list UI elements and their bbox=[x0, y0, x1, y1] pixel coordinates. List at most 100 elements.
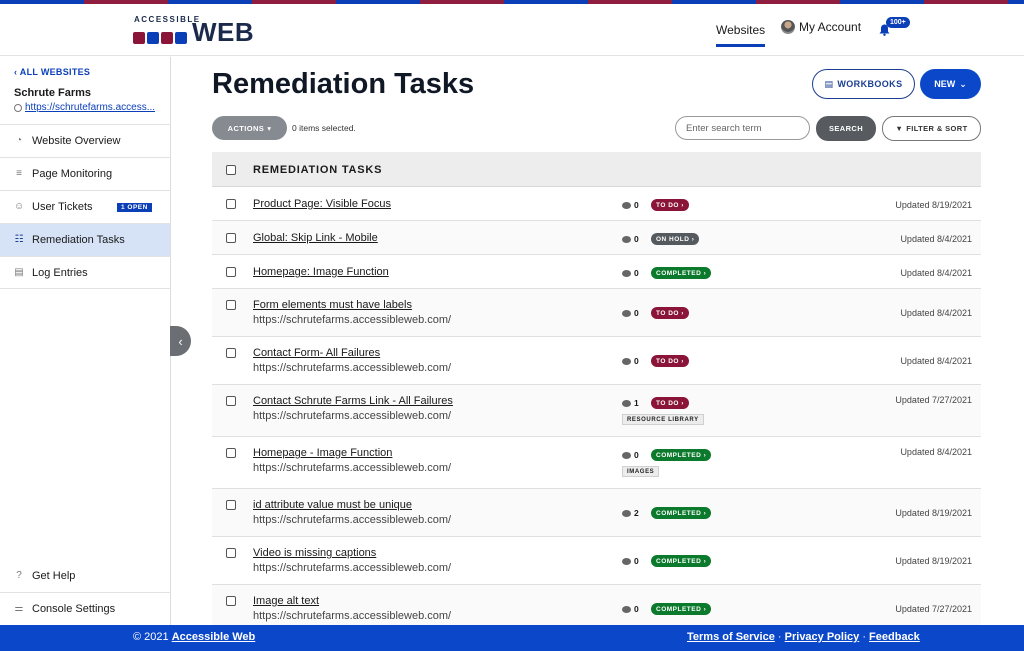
row-checkbox[interactable] bbox=[226, 267, 236, 277]
company-link[interactable]: Accessible Web bbox=[172, 631, 256, 643]
new-button[interactable]: NEW ⌄ bbox=[920, 69, 981, 99]
table-row[interactable]: Image alt text https://schrutefarms.acces… bbox=[212, 585, 981, 625]
status-badge[interactable]: COMPLETED › bbox=[651, 507, 712, 519]
comment-count: 0 bbox=[622, 356, 639, 366]
task-title-link[interactable]: Homepage: Image Function bbox=[253, 266, 389, 278]
accessible-web-logo[interactable]: ACCESSIBLE WEB bbox=[133, 15, 255, 47]
row-checkbox[interactable] bbox=[226, 233, 236, 243]
status-label: ON HOLD bbox=[656, 235, 690, 243]
chevron-right-icon: › bbox=[701, 269, 707, 277]
table-row[interactable]: Homepage: Image Function 0 COMPLETED › Upda… bbox=[212, 255, 981, 289]
task-url: https://schrutefarms.accessibleweb.com/ bbox=[253, 514, 452, 526]
status-label: TO DO bbox=[656, 309, 679, 317]
task-url: https://schrutefarms.accessibleweb.com/ bbox=[253, 410, 452, 422]
sidebar-item-user-tickets[interactable]: ☺ User Tickets 1 OPEN bbox=[0, 190, 170, 223]
comment-icon bbox=[622, 309, 631, 317]
workbook-icon: ▤ bbox=[824, 78, 834, 89]
chevron-right-icon: › bbox=[701, 605, 707, 613]
sidebar-item-page-monitoring[interactable]: ≡ Page Monitoring bbox=[0, 157, 170, 190]
task-title-link[interactable]: Contact Form- All Failures bbox=[253, 347, 380, 359]
task-title-link[interactable]: id attribute value must be unique bbox=[253, 499, 412, 511]
sidebar-item-remediation-tasks[interactable]: ☷ Remediation Tasks bbox=[0, 223, 170, 256]
row-checkbox[interactable] bbox=[226, 348, 236, 358]
row-checkbox[interactable] bbox=[226, 548, 236, 558]
table-row[interactable]: id attribute value must be unique https:/… bbox=[212, 489, 981, 537]
feedback-link[interactable]: Feedback bbox=[869, 631, 920, 643]
row-checkbox[interactable] bbox=[226, 448, 236, 458]
row-checkbox[interactable] bbox=[226, 500, 236, 510]
sidebar-item-get-help[interactable]: ? Get Help bbox=[0, 559, 170, 592]
row-checkbox[interactable] bbox=[226, 300, 236, 310]
task-title-link[interactable]: Global: Skip Link - Mobile bbox=[253, 232, 378, 244]
status-badge[interactable]: TO DO › bbox=[651, 397, 689, 409]
status-badge[interactable]: COMPLETED › bbox=[651, 267, 712, 279]
remediation-tasks-table: REMEDIATION TASKS Product Page: Visible … bbox=[212, 152, 981, 625]
task-title-link[interactable]: Image alt text bbox=[253, 595, 319, 607]
all-websites-back-link[interactable]: ‹ ALL WEBSITES bbox=[14, 67, 90, 77]
comment-icon bbox=[622, 399, 631, 407]
table-row[interactable]: Global: Skip Link - Mobile 0 ON HOLD › Upda… bbox=[212, 221, 981, 255]
status-label: TO DO bbox=[656, 399, 679, 407]
status-badge[interactable]: COMPLETED › bbox=[651, 555, 712, 567]
footer-separator: · bbox=[777, 631, 782, 643]
status-badge[interactable]: TO DO › bbox=[651, 307, 689, 319]
comment-count: 0 bbox=[622, 450, 639, 460]
footer: © 2021 Accessible Web Terms of Service ·… bbox=[0, 625, 1024, 651]
task-title-link[interactable]: Form elements must have labels bbox=[253, 299, 412, 311]
sidebar-item-log-entries[interactable]: ▤ Log Entries bbox=[0, 256, 170, 289]
terms-of-service-link[interactable]: Terms of Service bbox=[687, 631, 775, 643]
status-badge[interactable]: ON HOLD › bbox=[651, 233, 700, 245]
table-row[interactable]: Form elements must have labels https://sc… bbox=[212, 289, 981, 337]
task-title-link[interactable]: Product Page: Visible Focus bbox=[253, 198, 391, 210]
sidebar-collapse-toggle[interactable]: ‹ bbox=[170, 326, 191, 356]
site-url-link[interactable]: https://schrutefarms.access... bbox=[14, 102, 155, 113]
nav-my-account-link[interactable]: My Account bbox=[781, 20, 861, 34]
table-row[interactable]: Product Page: Visible Focus 0 TO DO › Updat… bbox=[212, 187, 981, 221]
search-button[interactable]: SEARCH bbox=[816, 116, 876, 141]
status-badge[interactable]: COMPLETED › bbox=[651, 449, 712, 461]
comment-count: 0 bbox=[622, 604, 639, 614]
notifications-count-badge: 100+ bbox=[886, 17, 910, 28]
task-url: https://schrutefarms.accessibleweb.com/ bbox=[253, 362, 452, 374]
comment-count: 2 bbox=[622, 508, 639, 518]
workbooks-button[interactable]: ▤ WORKBOOKS bbox=[812, 69, 915, 99]
sidebar-item-website-overview[interactable]: ◔ Website Overview bbox=[0, 124, 170, 157]
comment-count: 0 bbox=[622, 234, 639, 244]
sidebar-item-console-settings[interactable]: ⚌ Console Settings bbox=[0, 592, 170, 625]
privacy-policy-link[interactable]: Privacy Policy bbox=[785, 631, 860, 643]
row-checkbox[interactable] bbox=[226, 396, 236, 406]
updated-date: Updated 8/19/2021 bbox=[895, 200, 972, 210]
speedometer-icon: ◔ bbox=[15, 135, 23, 146]
table-row[interactable]: Contact Schrute Farms Link - All Failure… bbox=[212, 385, 981, 437]
task-title-link[interactable]: Homepage - Image Function bbox=[253, 447, 392, 459]
search-input[interactable] bbox=[675, 116, 810, 140]
comment-count-value: 0 bbox=[634, 234, 639, 244]
chevron-right-icon: › bbox=[678, 309, 684, 317]
sliders-icon: ⚌ bbox=[14, 603, 24, 614]
nav-websites-link[interactable]: Websites bbox=[716, 23, 766, 47]
row-checkbox[interactable] bbox=[226, 596, 236, 606]
actions-dropdown-button[interactable]: ACTIONS ▾ bbox=[212, 116, 287, 140]
filter-sort-button[interactable]: ▼ FILTER & SORT bbox=[882, 116, 981, 141]
task-url: https://schrutefarms.accessibleweb.com/ bbox=[253, 462, 452, 474]
table-row[interactable]: Video is missing captions https://schrute… bbox=[212, 537, 981, 585]
status-badge[interactable]: TO DO › bbox=[651, 199, 689, 211]
select-all-checkbox[interactable] bbox=[226, 165, 236, 175]
updated-date: Updated 8/4/2021 bbox=[900, 308, 972, 318]
row-checkbox[interactable] bbox=[226, 199, 236, 209]
table-row[interactable]: Contact Form- All Failures https://schrut… bbox=[212, 337, 981, 385]
status-badge[interactable]: TO DO › bbox=[651, 355, 689, 367]
status-label: TO DO bbox=[656, 357, 679, 365]
status-badge[interactable]: COMPLETED › bbox=[651, 603, 712, 615]
task-title-link[interactable]: Contact Schrute Farms Link - All Failure… bbox=[253, 395, 453, 407]
sidebar-item-label: User Tickets bbox=[32, 201, 93, 213]
table-row[interactable]: Homepage - Image Function https://schrute… bbox=[212, 437, 981, 489]
status-label: COMPLETED bbox=[656, 269, 702, 277]
comment-icon bbox=[622, 357, 631, 365]
updated-date: Updated 7/27/2021 bbox=[895, 604, 972, 614]
list-tree-icon: ≡ bbox=[16, 168, 22, 179]
task-title-link[interactable]: Video is missing captions bbox=[253, 547, 376, 559]
chevron-right-icon: › bbox=[701, 557, 707, 565]
comment-count-value: 0 bbox=[634, 200, 639, 210]
logo-text: WEB bbox=[192, 17, 255, 47]
